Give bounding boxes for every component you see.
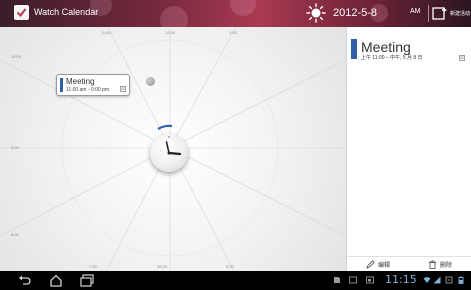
event-color-bar xyxy=(60,78,63,92)
hour-label: 12:00 xyxy=(165,30,176,35)
recent-apps-icon[interactable] xyxy=(80,274,94,287)
notification-icon[interactable] xyxy=(445,276,453,284)
hour-label: 9:00 xyxy=(11,145,19,150)
edit-button[interactable]: 编辑 xyxy=(347,257,409,271)
hour-label: 10:00 xyxy=(11,54,22,59)
detail-time: 上午 11:00 – 中午, 5 月 8 日 xyxy=(361,55,423,61)
reminder-icon xyxy=(459,55,465,61)
delete-label: 删除 xyxy=(439,262,452,269)
hour-label: 8:00 xyxy=(11,232,19,237)
hour-label: 7:00 xyxy=(89,264,97,269)
clock-hands xyxy=(165,136,182,156)
battery-icon xyxy=(458,276,464,284)
pencil-icon xyxy=(366,259,375,269)
new-event-label: 新建活动 xyxy=(450,11,471,17)
wifi-icon xyxy=(423,277,431,283)
signal-icon xyxy=(433,276,441,284)
system-nav-bar: 11:15 xyxy=(0,271,471,290)
screenshot-icon xyxy=(349,276,357,284)
sun-icon[interactable] xyxy=(306,3,326,23)
sd-card-icon xyxy=(334,277,340,283)
delete-button[interactable]: 删除 xyxy=(409,257,471,271)
app-header: Watch Calendar 2012-5-8 AM 新建活动 xyxy=(0,0,471,27)
event-card[interactable]: Meeting 11:00 am - 0:00 pm xyxy=(56,74,130,96)
event-title: Meeting xyxy=(66,77,95,86)
new-event-button[interactable]: 新建活动 xyxy=(432,3,470,24)
detail-actions: 编辑 删除 xyxy=(347,256,471,271)
bokeh-decoration xyxy=(160,6,188,27)
status-clock: 11:15 xyxy=(385,273,417,286)
clock-face[interactable] xyxy=(150,134,188,172)
hour-label: 06:00 xyxy=(157,264,168,269)
calendar-app-icon[interactable] xyxy=(14,5,29,20)
bokeh-decoration xyxy=(230,0,256,16)
reminder-icon xyxy=(120,86,126,92)
watch-dial[interactable]: 11:00 12:00 1:00 10:00 9:00 8:00 7:00 06… xyxy=(0,27,346,271)
divider xyxy=(428,5,429,22)
detail-title: Meeting xyxy=(361,39,411,55)
back-icon[interactable] xyxy=(18,274,32,287)
current-date: 2012-5-8 xyxy=(333,7,378,19)
hour-label: 5:00 xyxy=(226,264,234,269)
event-color-bar xyxy=(351,39,357,59)
trash-icon xyxy=(428,259,436,269)
gallery-icon xyxy=(366,276,374,284)
add-event-icon xyxy=(432,7,447,20)
home-icon[interactable] xyxy=(49,274,63,287)
hour-label: 1:00 xyxy=(229,30,237,35)
am-pm-toggle[interactable]: AM xyxy=(410,8,421,15)
event-time: 11:00 am - 0:00 pm xyxy=(66,87,109,93)
app-title: Watch Calendar xyxy=(34,7,99,17)
event-detail-panel: Meeting 上午 11:00 – 中午, 5 月 8 日 编辑 删除 xyxy=(346,27,471,271)
hour-label: 11:00 xyxy=(101,30,111,35)
edit-label: 编辑 xyxy=(377,262,390,269)
drag-handle[interactable] xyxy=(146,77,155,86)
